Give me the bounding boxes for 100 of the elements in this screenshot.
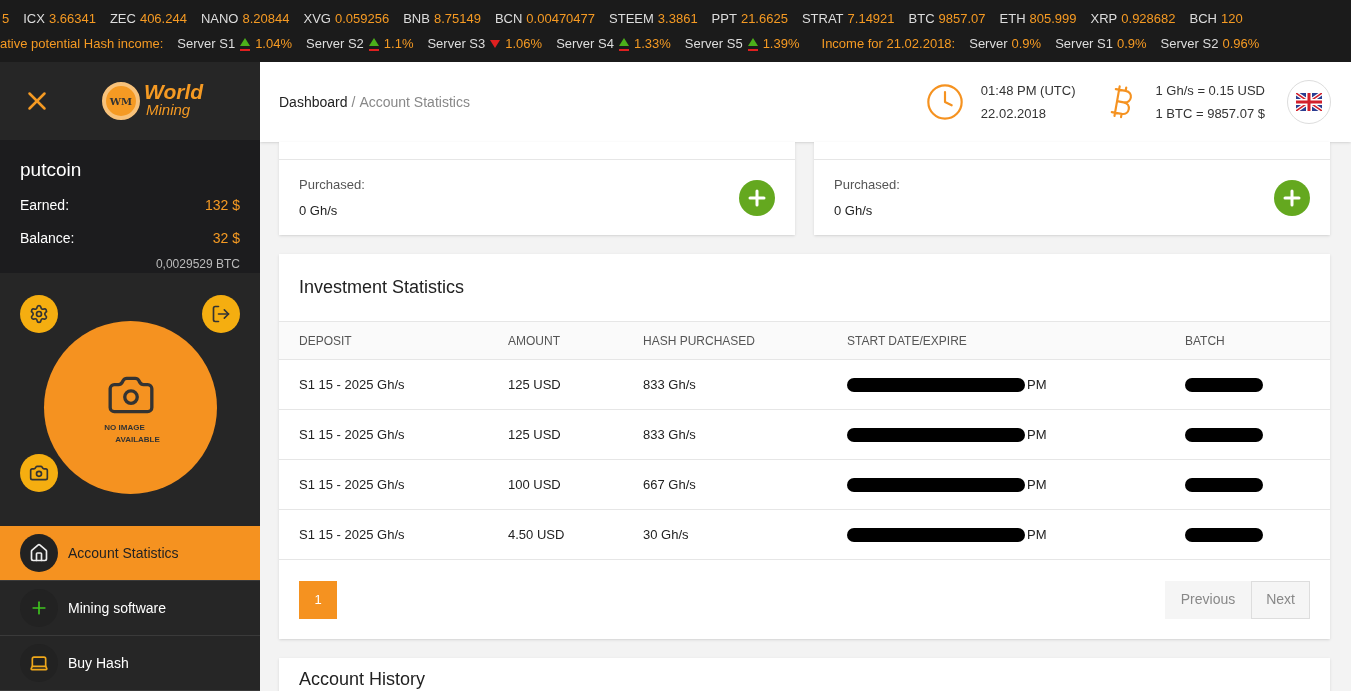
column-header: BATCH xyxy=(1185,332,1226,350)
coin-symbol: STEEM xyxy=(609,9,654,28)
balance-value: 32 $ xyxy=(212,228,240,248)
purchased-value: 0 Gh/s xyxy=(834,201,874,220)
column-header: HASH PURCHASED xyxy=(643,332,757,350)
server-rate: 1.1% xyxy=(383,35,414,53)
camera-icon xyxy=(29,463,49,484)
purchased-label: Purchased: xyxy=(299,176,365,194)
coin-price: 120 xyxy=(1221,9,1243,28)
logo-subtitle: Mining xyxy=(145,101,192,120)
coin-price: 3.66341 xyxy=(48,9,96,28)
table-cell-text: PM xyxy=(1027,425,1047,444)
date-text: 22.02.2018 xyxy=(980,105,1047,123)
settings-button[interactable] xyxy=(20,295,58,334)
server-name: Server S5 xyxy=(684,35,743,53)
earned-label: Earned: xyxy=(20,195,70,215)
coin-symbol: STRAT xyxy=(801,9,844,28)
flag-icon xyxy=(1296,93,1322,111)
table-cell-text: 833 Gh/s xyxy=(643,425,697,444)
coin-symbol: BCH xyxy=(1189,9,1217,28)
server-rate: 0.96% xyxy=(1222,35,1260,53)
coin-symbol: BCN xyxy=(494,9,523,28)
server-rate: 0.9% xyxy=(1116,35,1147,53)
clock-icon xyxy=(924,82,965,122)
logo-badge: WM xyxy=(102,82,140,121)
table-cell-text: PM xyxy=(1027,475,1047,494)
server-name: Server S3 xyxy=(427,35,486,53)
table-cell-text: 667 Gh/s xyxy=(643,475,697,494)
server-rate: 1.06% xyxy=(505,35,543,53)
server-name: Server S2 xyxy=(306,35,364,53)
balance-label: Balance: xyxy=(20,228,75,248)
coin-price: 8.75149 xyxy=(433,9,481,28)
server-rate: 1.33% xyxy=(633,35,671,53)
card-title: Account History xyxy=(299,669,426,689)
coin-price: 8.20844 xyxy=(242,9,290,28)
table-cell-text: 4.50 USD xyxy=(508,525,566,544)
no-image-text: NO IMAGE xyxy=(104,421,145,434)
breadcrumb-link[interactable]: Dashboard xyxy=(279,91,348,113)
camera-button[interactable] xyxy=(20,454,58,493)
btc-rate-text: 1 BTC = 9857.07 $ xyxy=(1155,105,1265,123)
logout-icon xyxy=(211,304,231,325)
coin-price: 0.059256 xyxy=(334,9,390,28)
table-cell-text: S1 15 - 2025 Gh/s xyxy=(299,475,406,494)
logout-button[interactable] xyxy=(202,295,240,334)
time-text: 01:48 PM (UTC) xyxy=(980,81,1076,100)
server-name: Server xyxy=(969,35,1008,53)
coin-price: 0.928682 xyxy=(1121,9,1176,28)
coin-symbol: ETH xyxy=(999,9,1026,28)
hash-rate-text: 1 Gh/s = 0.15 USD xyxy=(1155,81,1265,100)
coin-symbol: NANO xyxy=(200,9,239,28)
add-button[interactable] xyxy=(1274,179,1310,216)
table-cell-text: 125 USD xyxy=(508,375,562,394)
coin-symbol: BNB xyxy=(403,9,430,28)
coin-symbol: PPT xyxy=(711,9,737,28)
column-header: START DATE/EXPIRE xyxy=(847,332,968,350)
coin-price: 0.00470477 xyxy=(526,9,596,28)
table-cell-text: 100 USD xyxy=(508,475,562,494)
server-rate: 1.39% xyxy=(762,35,800,53)
column-header: DEPOSIT xyxy=(299,332,353,350)
nav-item[interactable]: Account Statistics xyxy=(0,526,260,581)
server-name: Server S1 xyxy=(1055,35,1113,53)
server-rate: 1.04% xyxy=(255,35,292,53)
table-cell-text: 833 Gh/s xyxy=(643,375,697,394)
earned-value: 132 $ xyxy=(204,195,240,215)
username: putcoin xyxy=(20,158,83,183)
income-label: Income for 21.02.2018: xyxy=(821,35,956,53)
server-name: Server S1 xyxy=(177,35,236,53)
coin-price: 406.244 xyxy=(139,9,187,28)
logo-title: World xyxy=(144,83,204,102)
purchased-label: Purchased: xyxy=(834,176,900,194)
coin-symbol: XVG xyxy=(303,9,331,28)
server-name: Server S2 xyxy=(1160,35,1219,53)
column-header: AMOUNT xyxy=(508,332,561,350)
coin-symbol: XRP xyxy=(1090,9,1118,28)
income-label: ative potential Hash income: xyxy=(0,35,164,53)
table-cell-text: S1 15 - 2025 Gh/s xyxy=(299,375,406,394)
coin-price: 805.999 xyxy=(1029,9,1077,28)
card-title: Investment Statistics xyxy=(299,276,465,299)
gear-icon xyxy=(29,304,49,325)
server-rate: 0.9% xyxy=(1011,35,1042,53)
coin-price: 9857.07 xyxy=(938,9,986,28)
laptop-icon xyxy=(29,653,49,673)
table-cell-text: S1 15 - 2025 Gh/s xyxy=(299,425,406,444)
server-name: Server S4 xyxy=(556,35,614,53)
table-cell-text: 30 Gh/s xyxy=(643,525,690,544)
house-icon xyxy=(29,543,49,563)
breadcrumb-current: Account Statistics xyxy=(359,92,470,112)
purchased-value: 0 Gh/s xyxy=(299,201,339,220)
coin-price: 5 xyxy=(2,9,10,28)
table-cell-text: PM xyxy=(1027,375,1047,394)
coin-symbol: BTC xyxy=(908,9,935,28)
coin-symbol: ICX xyxy=(23,9,45,28)
table-cell-text: PM xyxy=(1027,525,1047,544)
no-image-text: AVAILABLE xyxy=(115,433,160,446)
breadcrumb-separator: / xyxy=(351,92,356,112)
coin-price: 7.14921 xyxy=(847,9,895,28)
table-cell-text: S1 15 - 2025 Gh/s xyxy=(299,525,406,544)
coin-symbol: ZEC xyxy=(109,9,136,28)
balance-btc: 0,0029529 BTC xyxy=(155,255,240,273)
add-button[interactable] xyxy=(739,179,775,216)
